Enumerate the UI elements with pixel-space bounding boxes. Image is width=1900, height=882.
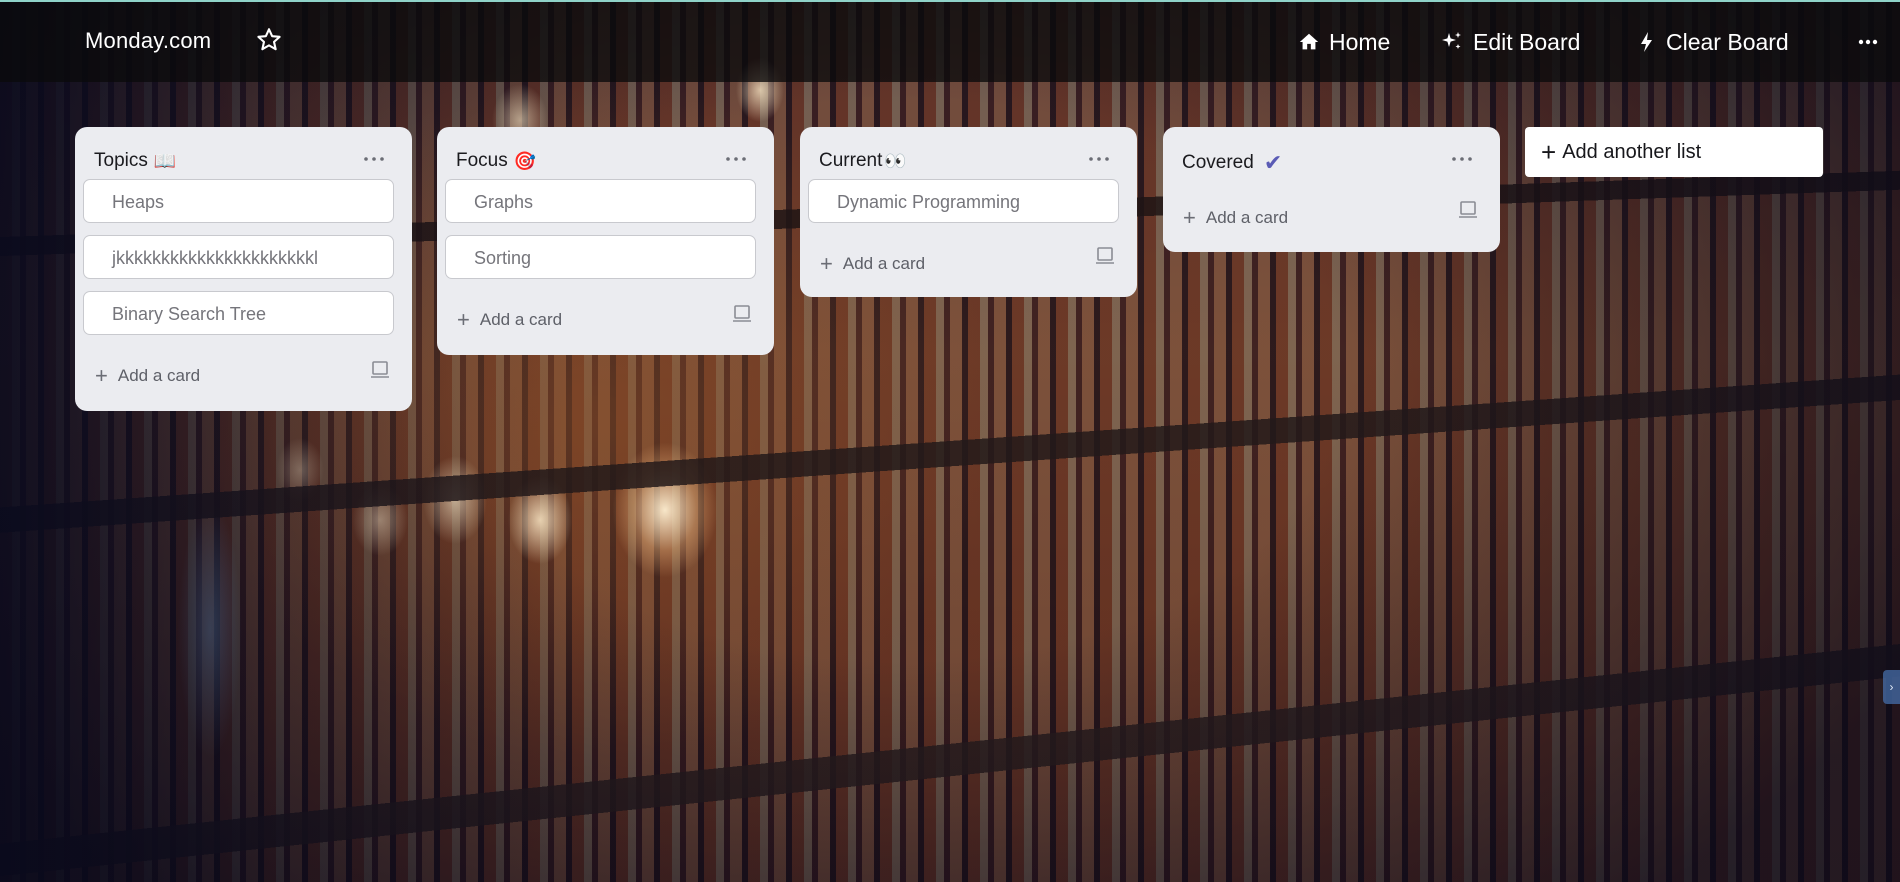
- card-text: Graphs: [474, 192, 534, 212]
- card-text: Binary Search Tree: [112, 304, 267, 324]
- star-icon[interactable]: [255, 26, 283, 54]
- list-current: Current 👀 Dynamic Programming + Add a ca…: [800, 127, 1137, 297]
- sparkle-icon: [1442, 32, 1461, 49]
- add-list-button[interactable]: + Add another list: [1525, 127, 1823, 177]
- more-horizontal-icon[interactable]: [1858, 38, 1878, 46]
- list-title[interactable]: Covered ✔: [1182, 150, 1282, 176]
- card-template-icon[interactable]: [1095, 246, 1115, 266]
- list-card[interactable]: Dynamic Programming: [808, 179, 1119, 223]
- list-title[interactable]: Focus 🎯: [456, 150, 536, 172]
- edit-board-button[interactable]: Edit Board: [1440, 20, 1580, 64]
- add-card-button[interactable]: + Add a card: [820, 251, 925, 277]
- card-text: Sorting: [474, 248, 532, 268]
- clear-board-button-label: Clear Board: [1666, 28, 1789, 55]
- book-icon: 📖: [153, 150, 177, 171]
- list-card[interactable]: Heaps: [83, 179, 394, 223]
- list-title[interactable]: Topics 📖: [94, 150, 176, 172]
- add-list-label: Add another list: [1562, 140, 1702, 163]
- side-panel-toggle[interactable]: ›: [1883, 670, 1900, 704]
- list-menu-icon[interactable]: [726, 157, 746, 161]
- list-title-text: Current: [819, 150, 883, 171]
- card-text: jkkkkkkkkkkkkkkkkkkkkkkl: [112, 248, 318, 268]
- list-topics: Topics 📖 Heaps jkkkkkkkkkkkkkkkkkkkkkkl …: [75, 127, 412, 411]
- checkmark-icon: ✔: [1263, 150, 1283, 175]
- add-card-label: Add a card: [117, 366, 201, 385]
- plus-icon: +: [1541, 136, 1557, 167]
- clear-board-button[interactable]: Clear Board: [1637, 20, 1789, 64]
- card-text: Dynamic Programming: [837, 192, 1021, 212]
- list-menu-icon[interactable]: [1089, 157, 1109, 161]
- target-icon: 🎯: [513, 150, 537, 171]
- home-icon: [1299, 33, 1319, 50]
- add-card-button[interactable]: + Add a card: [457, 307, 562, 333]
- list-covered: Covered ✔ + Add a card: [1163, 127, 1500, 252]
- list-card[interactable]: Graphs: [445, 179, 756, 223]
- add-card-button[interactable]: + Add a card: [1183, 205, 1288, 231]
- plus-icon: +: [95, 363, 108, 388]
- card-text: Heaps: [112, 192, 165, 212]
- home-button-label: Home: [1329, 28, 1391, 55]
- plus-icon: +: [457, 307, 470, 332]
- top-navbar: Monday.com Home Edit Board Clear Board: [0, 2, 1900, 82]
- add-card-label: Add a card: [1205, 208, 1289, 227]
- list-title[interactable]: Current 👀: [819, 150, 907, 172]
- list-menu-icon[interactable]: [364, 157, 384, 161]
- eyes-icon: 👀: [884, 150, 907, 171]
- plus-icon: +: [1183, 205, 1196, 230]
- add-card-label: Add a card: [842, 254, 926, 273]
- list-menu-icon[interactable]: [1452, 157, 1472, 161]
- list-card[interactable]: Binary Search Tree: [83, 291, 394, 335]
- list-title-text: Covered: [1182, 152, 1254, 173]
- card-template-icon[interactable]: [1458, 200, 1478, 220]
- add-card-button[interactable]: + Add a card: [95, 363, 200, 389]
- edit-board-button-label: Edit Board: [1473, 28, 1581, 55]
- home-button[interactable]: Home: [1298, 20, 1390, 64]
- list-title-text: Topics: [94, 150, 148, 171]
- list-focus: Focus 🎯 Graphs Sorting + Add a card: [437, 127, 774, 355]
- card-template-icon[interactable]: [370, 360, 390, 380]
- card-template-icon[interactable]: [732, 304, 752, 324]
- lightning-icon: [1641, 32, 1652, 52]
- plus-icon: +: [820, 251, 833, 276]
- brand-logo[interactable]: Monday.com: [85, 28, 211, 54]
- list-title-text: Focus: [456, 150, 508, 171]
- add-card-label: Add a card: [479, 310, 563, 329]
- list-card[interactable]: Sorting: [445, 235, 756, 279]
- list-card[interactable]: jkkkkkkkkkkkkkkkkkkkkkkl: [83, 235, 394, 279]
